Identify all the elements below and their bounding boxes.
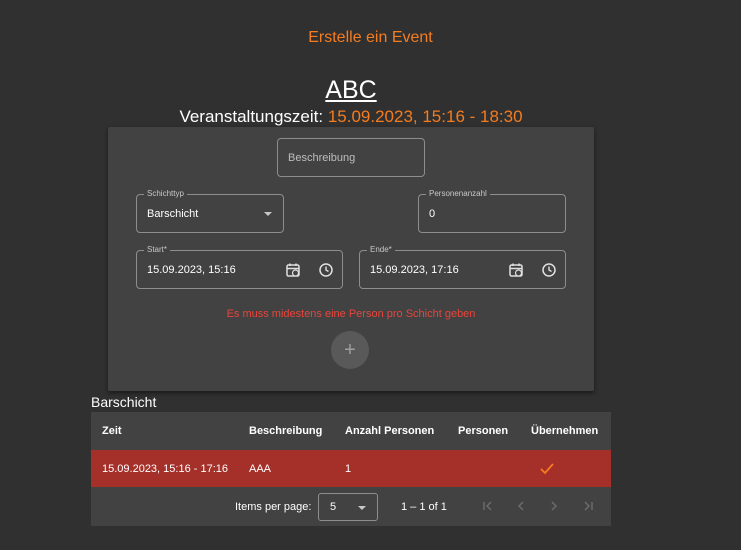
column-header-time[interactable]: Zeit xyxy=(102,412,122,450)
event-time: Veranstaltungszeit: 15.09.2023, 15:16 - … xyxy=(0,107,702,127)
description-field[interactable]: Beschreibung xyxy=(277,138,425,177)
column-header-persons[interactable]: Personen xyxy=(458,412,508,450)
cell-count: 1 xyxy=(345,462,352,475)
start-datetime-field[interactable]: Start* 15.09.2023, 15:16 xyxy=(136,245,343,289)
previous-page-icon[interactable] xyxy=(513,498,529,514)
last-page-icon[interactable] xyxy=(580,498,596,514)
calendar-icon[interactable] xyxy=(508,262,524,278)
table-title: Barschicht xyxy=(91,394,157,410)
page-title: Erstelle ein Event xyxy=(308,29,433,46)
chevron-down-icon xyxy=(264,212,272,216)
start-value: 15.09.2023, 15:16 xyxy=(147,263,236,276)
plus-icon: + xyxy=(344,339,356,361)
validation-error: Es muss midestens eine Person pro Schich… xyxy=(226,308,476,320)
event-name[interactable]: ABC xyxy=(0,76,702,105)
paginator: Items per page: 5 1 – 1 of 1 xyxy=(91,487,611,526)
table-header: Zeit Beschreibung Anzahl Personen Person… xyxy=(91,412,611,450)
next-page-icon[interactable] xyxy=(546,498,562,514)
clock-icon[interactable] xyxy=(318,262,334,278)
cell-description: AAA xyxy=(249,462,272,475)
first-page-icon[interactable] xyxy=(480,498,496,514)
event-time-value: 15.09.2023, 15:16 - 18:30 xyxy=(327,107,523,126)
person-count-field[interactable]: Personenanzahl 0 xyxy=(418,189,566,233)
person-count-label: Personenanzahl xyxy=(426,189,490,199)
page-size-value: 5 xyxy=(330,501,337,513)
table-row[interactable]: 15.09.2023, 15:16 - 17:16 AAA 1 xyxy=(91,450,611,487)
page-range: 1 – 1 of 1 xyxy=(401,500,447,513)
shift-type-value: Barschicht xyxy=(147,207,199,220)
calendar-icon[interactable] xyxy=(285,262,301,278)
column-header-count[interactable]: Anzahl Personen xyxy=(345,412,434,450)
person-count-value: 0 xyxy=(429,207,436,220)
event-time-label: Veranstaltungszeit: xyxy=(179,107,324,126)
column-header-description[interactable]: Beschreibung xyxy=(249,412,322,450)
add-shift-button[interactable]: + xyxy=(331,331,369,369)
end-value: 15.09.2023, 17:16 xyxy=(370,263,459,276)
check-icon[interactable] xyxy=(540,450,554,487)
items-per-page-label: Items per page: xyxy=(235,500,312,513)
chevron-down-icon xyxy=(358,506,366,510)
shift-type-select[interactable]: Schichttyp Barschicht xyxy=(136,189,284,233)
column-header-take[interactable]: Übernehmen xyxy=(531,412,598,450)
page-size-select[interactable]: 5 xyxy=(318,493,378,521)
clock-icon[interactable] xyxy=(541,262,557,278)
cell-time: 15.09.2023, 15:16 - 17:16 xyxy=(102,462,228,475)
description-placeholder: Beschreibung xyxy=(288,151,356,164)
end-datetime-field[interactable]: Ende* 15.09.2023, 17:16 xyxy=(359,245,566,289)
